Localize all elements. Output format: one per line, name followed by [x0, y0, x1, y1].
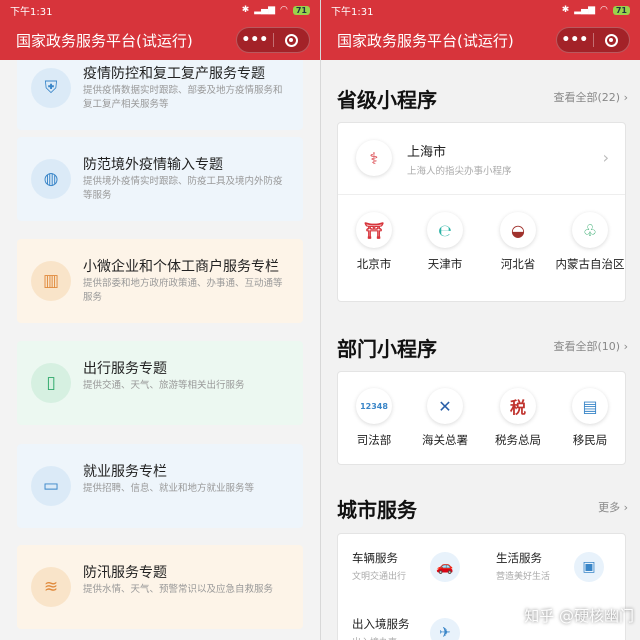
wifi-icon: ◠: [600, 5, 608, 15]
department-miniprogram-label: 海关总署: [422, 433, 468, 447]
service-card[interactable]: ◍ 防范境外疫情输入专题提供境外疫情实时跟踪、防疫工具及境内外防疫等服务: [17, 137, 303, 221]
service-card-title: 防汛服务专题: [83, 565, 167, 581]
city-section-title: 城市服务: [337, 498, 417, 522]
provincial-section-title: 省级小程序: [337, 88, 437, 112]
status-icons: ✱ ▂▄▆ ◠ 71: [562, 5, 630, 15]
city-service-subtitle: 营造美好生活: [496, 572, 551, 582]
department-section-title: 部门小程序: [337, 337, 437, 361]
service-card[interactable]: ▭ 就业服务专栏提供招聘、信息、就业和地方就业服务等: [17, 444, 303, 528]
chevron-right-icon: ›: [620, 340, 628, 353]
service-card[interactable]: ▯ 出行服务专题提供交通、天气、旅游等相关出行服务: [17, 341, 303, 425]
department-view-all-label: 查看全部(10): [553, 340, 621, 353]
more-dots-icon: •••: [241, 32, 269, 48]
close-ring-icon: [604, 33, 618, 47]
department-miniprogram-label: 税务总局: [495, 433, 541, 447]
miniprogram-capsule: •••: [556, 27, 630, 53]
screenshot-root: ⛨ 疫情防控和复工复产服务专题提供疫情数据实时跟踪、部委及地方疫情服务和复工复产相…: [0, 0, 640, 640]
city-service-subtitle: 文明交通出行: [352, 572, 407, 582]
featured-title: 上海市: [407, 145, 447, 160]
close-ring-icon: [284, 33, 298, 47]
nav-bar: 国家政务服务平台(试运行) •••: [0, 20, 320, 60]
close-miniprogram-button[interactable]: [594, 28, 630, 52]
globe-icon: ◍: [31, 159, 71, 199]
nav-bar: 国家政务服务平台(试运行) •••: [321, 20, 640, 60]
province-miniprogram-label: 北京市: [356, 257, 392, 271]
status-bar: 下午1:31 ✱ ▂▄▆ ◠ 71: [321, 0, 640, 20]
close-miniprogram-button[interactable]: [274, 28, 310, 52]
department-box: 12348 司法部 ✕ 海关总署 税税务总局 ▤ 移民局: [337, 371, 626, 465]
more-dots-icon: •••: [561, 32, 589, 48]
tax-icon: 税: [500, 388, 536, 424]
status-time: 下午1:31: [10, 6, 53, 18]
building-icon: ▥: [31, 261, 71, 301]
chevron-right-icon: ›: [620, 501, 628, 514]
signal-icon: ▂▄▆: [574, 5, 595, 15]
nav-title: 国家政务服务平台(试运行): [337, 31, 514, 50]
province-miniprogram-label: 河北省: [500, 257, 536, 271]
left-screen: ⛨ 疫情防控和复工复产服务专题提供疫情数据实时跟踪、部委及地方疫情服务和复工复产相…: [0, 0, 320, 640]
department-miniprogram-label: 司法部: [356, 433, 392, 447]
service-card-title: 就业服务专栏: [83, 464, 167, 480]
wifi-icon: ◠: [280, 5, 288, 15]
nav-title: 国家政务服务平台(试运行): [16, 31, 193, 50]
featured-subtitle: 上海人的指尖办事小程序: [407, 166, 512, 177]
luggage-icon: ▯: [31, 363, 71, 403]
shanghai-icon: ⚕: [356, 140, 392, 176]
department-view-all-link[interactable]: 查看全部(10) ›: [554, 338, 629, 354]
service-card-title: 小微企业和个体工商户服务专栏: [83, 259, 279, 275]
service-card[interactable]: ≋ 防汛服务专题提供水情、天气、预警常识以及应急自救服务: [17, 545, 303, 629]
provincial-box: ⚕ 上海市 上海人的指尖办事小程序 › ⛩ 北京市 ℮ 天津市 ◒ 河北省 ♧ 内蒙古自治区: [337, 122, 626, 302]
service-card[interactable]: ▥ 小微企业和个体工商户服务专栏提供部委和地方政府政策通、办事通、互动通等服务: [17, 239, 303, 323]
justice-icon: 12348: [356, 388, 392, 424]
more-menu-button[interactable]: •••: [237, 28, 273, 52]
plane-icon: ✈: [430, 618, 460, 640]
provincial-view-all-label: 查看全部(22): [553, 91, 621, 104]
life-icon: ▣: [574, 552, 604, 582]
bluetooth-icon: ✱: [241, 5, 250, 15]
service-card-title: 出行服务专题: [83, 361, 167, 377]
status-time: 下午1:31: [331, 6, 374, 18]
city-service-title: 车辆服务: [352, 551, 398, 565]
city-more-link[interactable]: 更多 ›: [598, 499, 628, 515]
briefcase-icon: ▭: [31, 466, 71, 506]
service-card-desc: 提供招聘、信息、就业和地方就业服务等: [83, 483, 255, 494]
car-icon: 🚗: [430, 552, 460, 582]
featured-miniprogram-row[interactable]: ⚕ 上海市 上海人的指尖办事小程序 ›: [338, 123, 625, 195]
battery-icon: 71: [612, 5, 630, 15]
service-card-title: 防范境外疫情输入专题: [83, 157, 223, 173]
status-bar: 下午1:31 ✱ ▂▄▆ ◠ 71: [0, 0, 320, 20]
province-miniprogram-label: 天津市: [427, 257, 463, 271]
service-card-title: 疫情防控和复工复产服务专题: [83, 66, 265, 82]
service-card-desc: 提供交通、天气、旅游等相关出行服务: [83, 380, 245, 391]
provincial-view-all-link[interactable]: 查看全部(22) ›: [554, 89, 629, 105]
city-service-title: 出入境服务: [352, 617, 410, 631]
service-card-desc: 提供境外疫情实时跟踪、防疫工具及境内外防疫等服务: [83, 176, 283, 201]
tiananmen-icon: ⛩: [356, 212, 392, 248]
miniprogram-capsule: •••: [236, 27, 310, 53]
hebei-icon: ◒: [500, 212, 536, 248]
watermark: 知乎 @硬核幽门: [524, 607, 634, 625]
tianjin-icon: ℮: [427, 212, 463, 248]
city-service-subtitle: 出入境办事: [352, 635, 397, 640]
chevron-right-icon: ›: [620, 91, 628, 104]
province-miniprogram-label: 内蒙古自治区: [555, 257, 625, 271]
customs-icon: ✕: [427, 388, 463, 424]
battery-icon: 71: [292, 5, 310, 15]
city-service-title: 生活服务: [496, 551, 542, 565]
shield-icon: ⛨: [31, 68, 71, 108]
service-card-desc: 提供水情、天气、预警常识以及应急自救服务: [83, 584, 274, 595]
right-screen: 省级小程序 查看全部(22) › ⚕ 上海市 上海人的指尖办事小程序 › ⛩ 北京…: [320, 0, 640, 640]
chevron-right-icon: ›: [602, 148, 609, 167]
service-card-desc: 提供部委和地方政府政策通、办事通、互动通等服务: [83, 278, 283, 303]
department-miniprogram-label: 移民局: [572, 433, 608, 447]
service-card-desc: 提供疫情数据实时跟踪、部委及地方疫情服务和复工复产相关服务等: [83, 85, 283, 110]
bluetooth-icon: ✱: [561, 5, 570, 15]
more-menu-button[interactable]: •••: [557, 28, 593, 52]
signal-icon: ▂▄▆: [254, 5, 275, 15]
immigration-icon: ▤: [572, 388, 608, 424]
city-more-label: 更多: [598, 501, 621, 514]
flood-icon: ≋: [31, 567, 71, 607]
neimenggu-icon: ♧: [572, 212, 608, 248]
status-icons: ✱ ▂▄▆ ◠ 71: [242, 5, 310, 15]
